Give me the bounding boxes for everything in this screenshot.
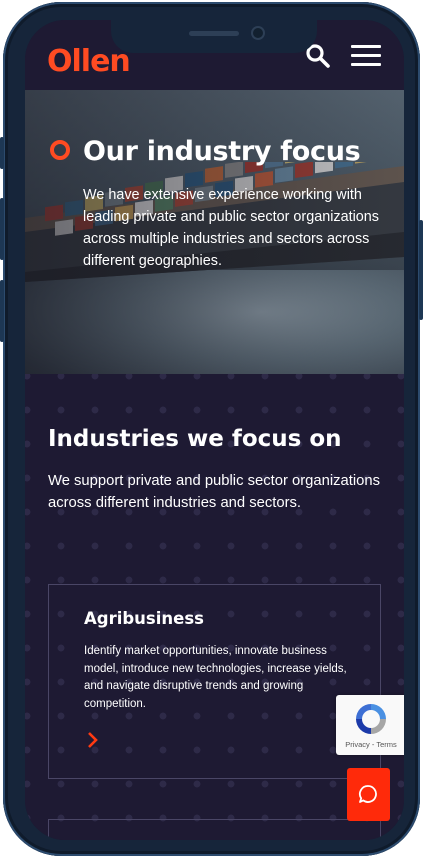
recaptcha-links[interactable]: Privacy - Terms — [336, 740, 404, 749]
recaptcha-icon — [356, 704, 386, 734]
hero-title: Our industry focus — [83, 136, 361, 167]
hero-banner: Our industry focus We have extensive exp… — [25, 90, 404, 374]
speaker-grille — [189, 31, 239, 36]
industry-card-title: Agribusiness — [84, 609, 204, 628]
phone-frame: Ollen Our industry focus We have extensi… — [0, 2, 423, 856]
chevron-right-icon[interactable] — [87, 731, 99, 749]
hamburger-menu-icon[interactable] — [351, 45, 381, 67]
hero-description: We have extensive experience working wit… — [83, 187, 379, 269]
industry-card-next[interactable] — [48, 819, 381, 840]
industry-card-agribusiness[interactable]: Agribusiness Identify market opportuniti… — [48, 584, 381, 779]
ring-accent-icon — [50, 140, 70, 160]
recaptcha-badge[interactable]: Privacy - Terms — [336, 695, 404, 755]
phone-notch — [111, 17, 317, 53]
section-description: We support private and public sector org… — [48, 473, 381, 511]
side-button — [419, 220, 423, 320]
screen: Ollen Our industry focus We have extensi… — [25, 20, 404, 840]
side-button — [0, 137, 4, 169]
ollen-logo[interactable]: Ollen — [47, 44, 131, 79]
industry-card-description: Identify market opportunities, innovate … — [84, 645, 347, 710]
chat-button[interactable] — [347, 768, 390, 821]
section-title: Industries we focus on — [48, 426, 342, 452]
side-button — [0, 198, 4, 260]
side-button — [0, 280, 4, 342]
front-camera — [251, 26, 265, 40]
chat-bubble-icon — [358, 785, 377, 803]
